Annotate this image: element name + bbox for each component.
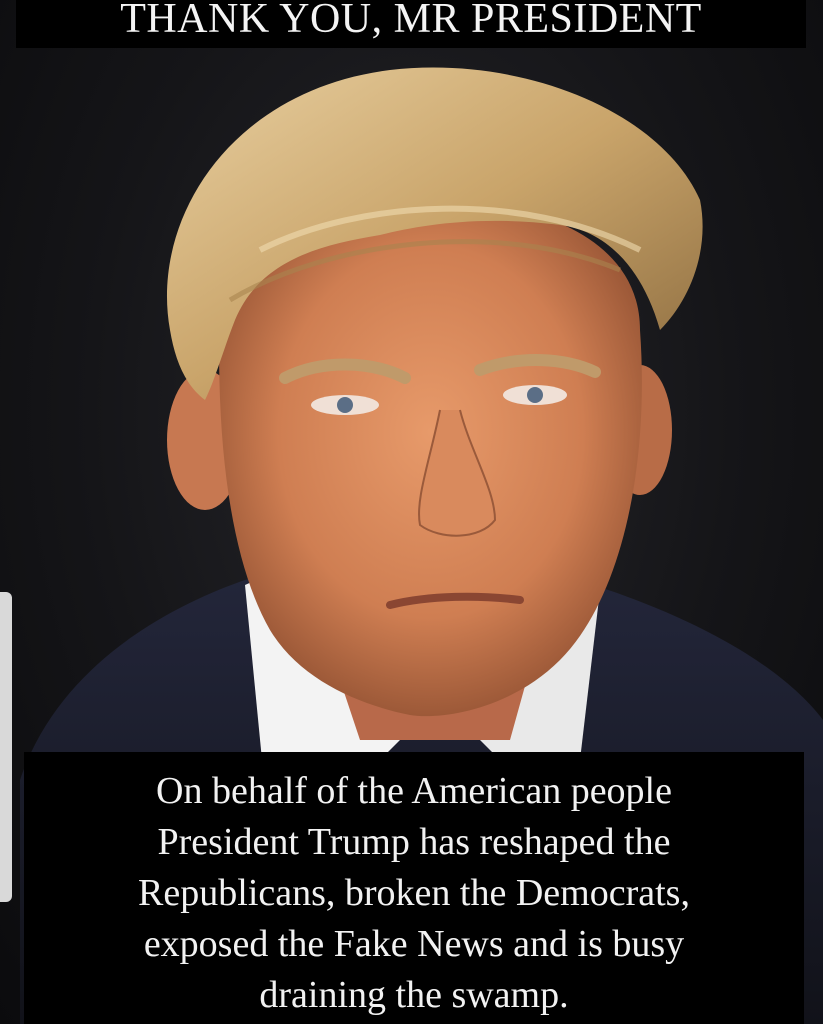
headline-title: THANK YOU, MR PRESIDENT (120, 0, 702, 42)
caption-line: draining the swamp. (259, 974, 569, 1016)
side-handle (0, 592, 12, 902)
caption-line: exposed the Fake News and is busy (143, 923, 685, 965)
caption-line: President Trump has reshaped the (157, 821, 671, 863)
headline-banner: THANK YOU, MR PRESIDENT (16, 0, 806, 48)
caption-line: On behalf of the American people (156, 770, 672, 812)
caption-panel: On behalf of the American people Preside… (24, 752, 804, 1024)
caption-line: Republicans, broken the Democrats, (138, 872, 690, 914)
